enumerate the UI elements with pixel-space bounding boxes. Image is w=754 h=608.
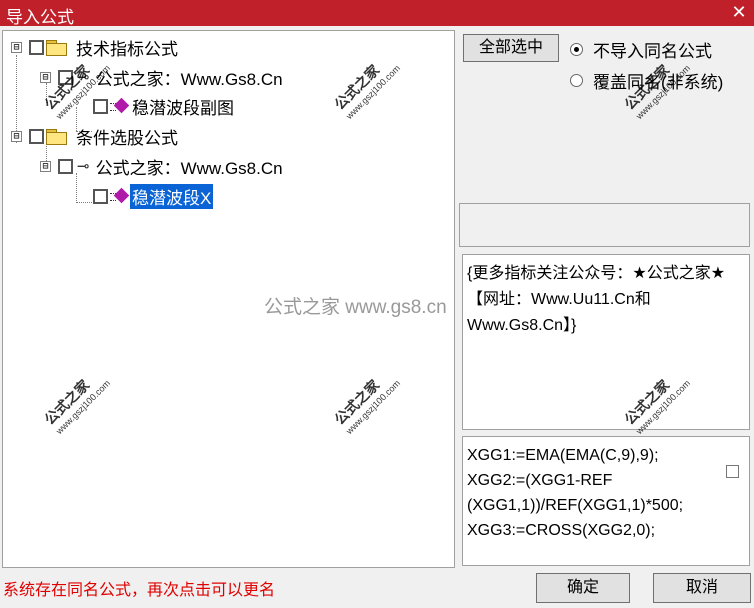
tree-node-label: 公式之家：Www.Gs8.Cn [95,69,283,89]
tree-node-technical-indicators[interactable]: ⊟ 技术指标公式 [11,35,180,59]
collapse-icon[interactable]: ⊟ [11,130,22,142]
ok-button[interactable]: 确定 [536,573,630,603]
tree-node-label: 公式之家：Www.Gs8.Cn [95,158,283,178]
window-title: 导入公式 [6,8,74,27]
status-message: 系统存在同名公式，再次点击可以更名 [3,582,276,599]
folder-icon [46,128,67,145]
code-checkbox[interactable] [726,465,739,478]
code-line: XGG3:=CROSS(XGG2,0); [467,522,656,539]
tree-node-stock-selection[interactable]: ⊟ 条件选股公式 [11,124,180,148]
node-checkbox[interactable] [93,98,108,114]
tree-node-label: 稳潜波段副图 [132,98,234,118]
tree-node-gs8-author-1[interactable]: ⊟ ⊸ 公式之家：Www.Gs8.Cn [40,65,285,89]
node-checkbox[interactable] [29,128,44,144]
tree-node-label: 技术指标公式 [76,39,178,59]
code-line: XGG2:=(XGG1-REF [467,472,613,489]
tree-node-label-selected: 稳潜波段X [130,183,214,209]
select-all-button[interactable]: 全部选中 [463,34,559,62]
collapse-icon[interactable]: ⊟ [40,160,51,172]
key-icon: ⊸ [77,69,90,86]
tree-connector [76,202,92,203]
blank-panel [459,203,750,247]
node-checkbox[interactable] [58,158,73,174]
node-checkbox[interactable] [93,188,108,204]
collapse-icon[interactable]: ⊟ [40,71,51,83]
node-checkbox[interactable] [29,39,44,55]
radio-no-import-same-name[interactable]: 不导入同名公式 [570,37,712,62]
cancel-button[interactable]: 取消 [653,573,751,603]
tree-node-gs8-author-2[interactable]: ⊟ ⊸ 公式之家：Www.Gs8.Cn [40,154,285,178]
key-icon: ⊸ [77,158,90,175]
folder-icon [46,39,67,56]
close-icon[interactable]: ✕ [728,1,750,23]
node-checkbox[interactable] [58,69,73,85]
radio-indicator[interactable] [570,74,583,87]
radio-overwrite-same-name[interactable]: 覆盖同名(非系统) [570,68,723,93]
tree-leaf-wenqian-subchart[interactable]: 稳潜波段副图 [93,94,236,118]
formula-tree[interactable]: ⊟ 技术指标公式 ⊟ ⊸ 公式之家：Www.Gs8.Cn 稳潜波段副图 ⊟ 条件… [2,30,455,568]
formula-description: {更多指标关注公众号：★公式之家★ 【网址：Www.Uu11.Cn和Www.Gs… [462,254,750,430]
tree-node-label: 条件选股公式 [76,128,178,148]
radio-label: 不导入同名公式 [593,42,712,61]
formula-gem-icon [110,97,130,114]
title-bar: 导入公式 ✕ [0,0,754,27]
code-line: XGG1:=EMA(EMA(C,9),9); [467,447,659,464]
tree-leaf-wenqian-x[interactable]: 稳潜波段X [93,183,214,209]
radio-indicator[interactable] [570,43,583,56]
formula-code-box[interactable]: XGG1:=EMA(EMA(C,9),9); XGG2:=(XGG1-REF (… [462,436,750,566]
formula-gem-icon [110,187,130,204]
collapse-icon[interactable]: ⊟ [11,41,22,53]
code-line: (XGG1,1))/REF(XGG1,1)*500; [467,497,684,514]
radio-label: 覆盖同名(非系统) [593,73,724,92]
